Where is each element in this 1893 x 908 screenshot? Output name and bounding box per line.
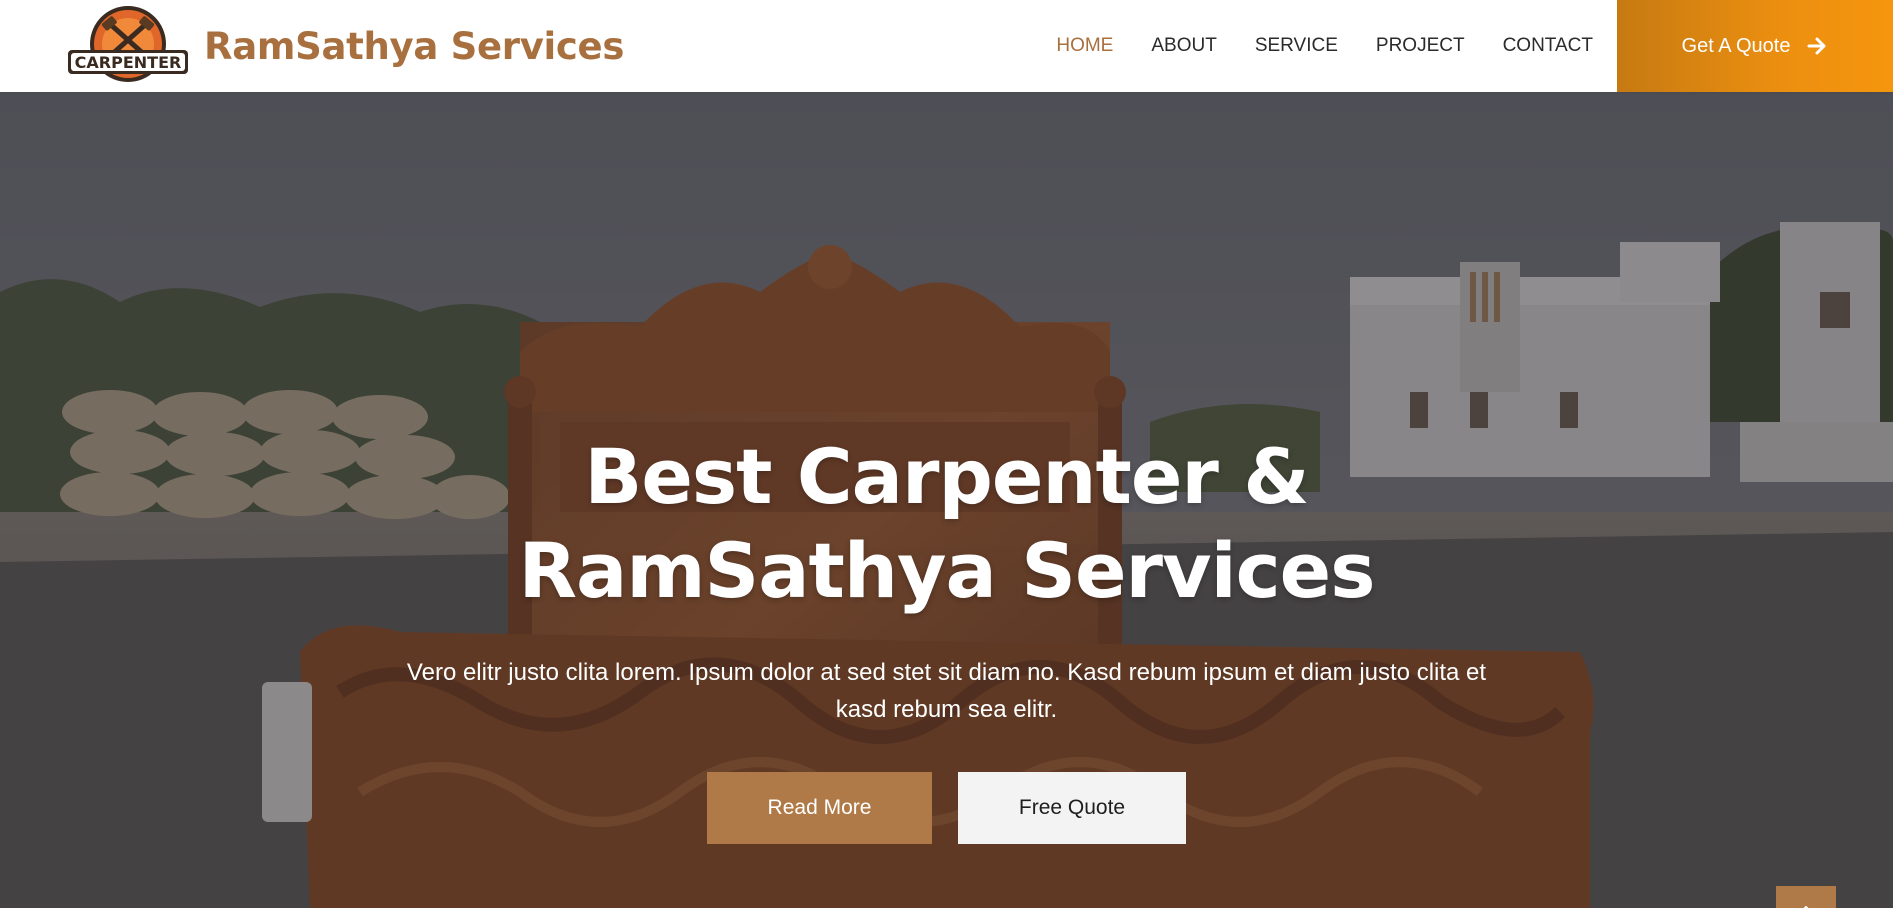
hero-buttons: Read More Free Quote <box>0 772 1893 844</box>
arrow-right-icon <box>1807 37 1826 55</box>
navbar: CARPENTER RamSathya Services HOME ABOUT … <box>0 0 1893 92</box>
read-more-button[interactable]: Read More <box>707 772 932 844</box>
brand-name[interactable]: RamSathya Services <box>204 25 624 68</box>
hero-description: Vero elitr justo clita lorem. Ipsum dolo… <box>406 659 1487 723</box>
svg-text:CARPENTER: CARPENTER <box>75 53 182 72</box>
free-quote-button[interactable]: Free Quote <box>958 772 1186 844</box>
nav-about[interactable]: ABOUT <box>1151 35 1216 57</box>
nav-contact[interactable]: CONTACT <box>1503 35 1593 57</box>
arrow-up-icon <box>1803 906 1809 908</box>
hero-section: Best Carpenter & RamSathya Services Vero… <box>0 92 1893 908</box>
carpenter-logo: CARPENTER <box>68 6 188 82</box>
brand[interactable]: CARPENTER RamSathya Services <box>66 4 624 88</box>
hero-title: Best Carpenter & RamSathya Services <box>518 432 1376 615</box>
nav-service[interactable]: SERVICE <box>1255 35 1338 57</box>
get-a-quote-label: Get A Quote <box>1681 34 1791 57</box>
hero-content: Best Carpenter & RamSathya Services Vero… <box>0 430 1893 844</box>
get-a-quote-button[interactable]: Get A Quote <box>1617 0 1893 92</box>
main-nav: HOME ABOUT SERVICE PROJECT CONTACT <box>1018 0 1593 92</box>
back-to-top-button[interactable] <box>1776 886 1836 908</box>
nav-home[interactable]: HOME <box>1056 35 1113 57</box>
nav-project[interactable]: PROJECT <box>1376 35 1465 57</box>
